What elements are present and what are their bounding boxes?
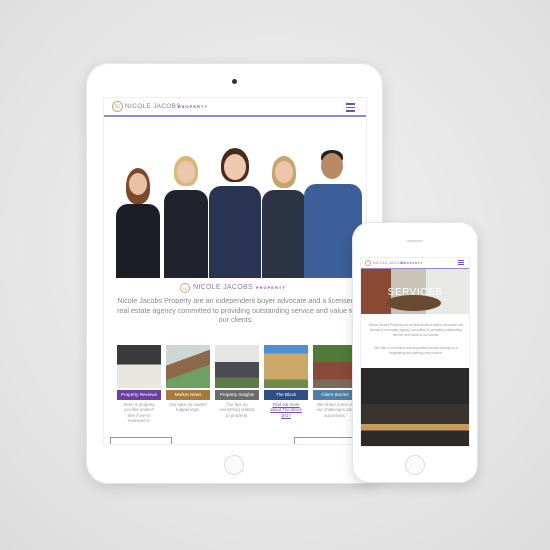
phone-screen: NICOLE JACOBS PROPERTY SERVICES Nicole J… — [360, 257, 470, 447]
category-tiles: Property Reviews Seen a property you lik… — [117, 345, 366, 424]
tablet-home-button[interactable] — [224, 455, 244, 475]
tile-image — [117, 345, 161, 388]
services-hero-image: SERVICES — [361, 269, 469, 314]
site-header: NJ NICOLE JACOBS PROPERTY — [104, 98, 366, 117]
tablet-camera — [232, 79, 237, 84]
tile-market-news[interactable]: Market News Our take on market happening… — [166, 345, 210, 424]
tile-image — [215, 345, 259, 388]
team-member — [262, 156, 306, 278]
phone-header: NICOLE JACOBS PROPERTY — [361, 258, 469, 269]
tile-label[interactable]: The Block — [264, 390, 308, 400]
brand-suffix: PROPERTY — [178, 104, 209, 109]
tile-label[interactable]: Client Stories — [313, 390, 357, 400]
tablet-device: NJ NICOLE JACOBS PROPERTY NJ NICOLE JACO… — [86, 63, 383, 484]
brand-suffix: PROPERTY — [401, 261, 424, 265]
tile-image — [313, 345, 357, 388]
tile-caption-link[interactable]: Find out more about The Block 2017 — [264, 402, 308, 418]
team-member — [209, 148, 261, 278]
menu-icon[interactable] — [458, 260, 464, 267]
tile-caption: Seen a property you like online? See if … — [123, 402, 155, 424]
phone-speaker — [407, 240, 423, 242]
tile-caption: Our tips on everything related to proper… — [219, 402, 255, 418]
brand-suffix: PROPERTY — [255, 285, 286, 290]
phone-paragraph: We offer a full search and acquisition s… — [374, 346, 458, 355]
team-photo — [104, 128, 366, 278]
phone-paragraph: Nicole Jacobs Property are an independen… — [368, 323, 464, 337]
tile-label[interactable]: Market News — [166, 390, 210, 400]
tablet-screen: NJ NICOLE JACOBS PROPERTY NJ NICOLE JACO… — [103, 97, 367, 445]
tile-client-stories[interactable]: Client Stories We share some of our chal… — [313, 345, 357, 424]
logo-icon[interactable] — [365, 260, 371, 266]
phone-home-button[interactable] — [405, 455, 425, 475]
menu-icon[interactable] — [346, 103, 355, 114]
phone-device: NICOLE JACOBS PROPERTY SERVICES Nicole J… — [352, 222, 478, 483]
intro-text: Nicole Jacobs Property are an independen… — [116, 296, 356, 324]
office-image — [361, 368, 469, 446]
brand-name: NICOLE JACOBS — [125, 103, 181, 110]
brand-name: NICOLE JACOBS — [193, 284, 253, 291]
logo-icon: NJ — [180, 282, 191, 293]
tile-property-insights[interactable]: Property Insights Our tips on everything… — [215, 345, 259, 424]
outline-button-left[interactable] — [110, 437, 172, 444]
tile-label[interactable]: Property Insights — [215, 390, 259, 400]
team-member — [116, 168, 160, 278]
tile-the-block[interactable]: The Block Find out more about The Block … — [264, 345, 308, 424]
tile-image — [166, 345, 210, 388]
tile-caption: Our take on market happenings. — [169, 402, 207, 413]
logo-banner: NJ NICOLE JACOBS PROPERTY — [164, 280, 302, 295]
team-member — [164, 156, 208, 278]
tile-image — [264, 345, 308, 388]
logo-icon[interactable]: NJ — [112, 101, 123, 112]
tile-caption: We share some of our challenges and succ… — [316, 402, 354, 418]
tile-label[interactable]: Property Reviews — [117, 390, 161, 400]
services-title: SERVICES — [387, 287, 443, 298]
tile-property-reviews[interactable]: Property Reviews Seen a property you lik… — [117, 345, 161, 424]
